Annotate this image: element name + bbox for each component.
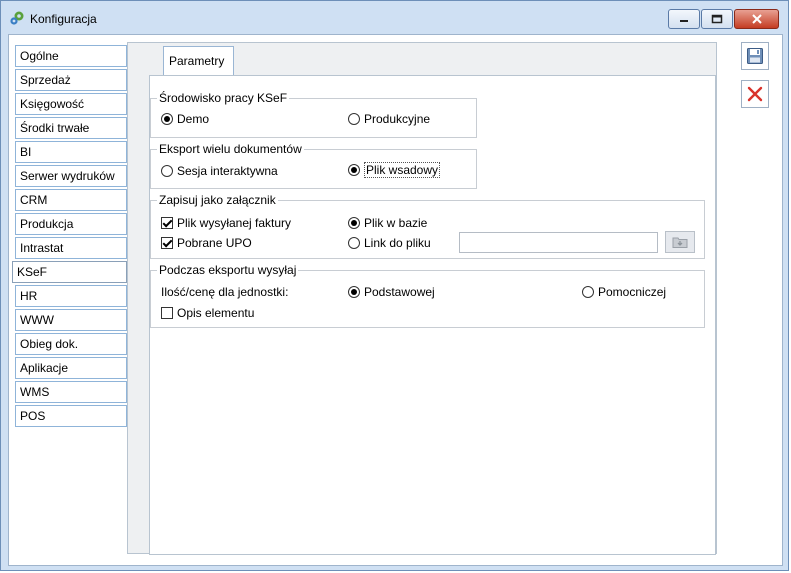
- radio-icon: [582, 286, 594, 298]
- radio-selected-icon: [348, 286, 360, 298]
- tab-parametry[interactable]: Parametry: [163, 46, 234, 75]
- radio-icon: [348, 113, 360, 125]
- radio-selected-icon: [348, 217, 360, 229]
- env-production-label: Produkcyjne: [364, 112, 431, 126]
- sidebar-item-sprzedaz[interactable]: Sprzedaż: [15, 69, 127, 91]
- maximize-icon: [711, 14, 723, 24]
- radio-icon: [161, 165, 173, 177]
- sidebar-item-ksef[interactable]: KSeF: [12, 261, 127, 283]
- checkbox-icon: [161, 307, 173, 319]
- sidebar: Ogólne Sprzedaż Księgowość Środki trwałe…: [12, 45, 127, 429]
- environment-group: Środowisko pracy KSeF Demo Produkcyjne: [150, 90, 477, 138]
- sidebar-item-label: Serwer wydruków: [20, 169, 115, 183]
- content-panel: Parametry Środowisko pracy KSeF Demo Pro…: [127, 42, 717, 555]
- sidebar-item-bi[interactable]: BI: [15, 141, 127, 163]
- cancel-button[interactable]: [741, 80, 769, 108]
- unit-basic-radio[interactable]: Podstawowej: [348, 285, 435, 299]
- config-window: Konfiguracja Ogólne Sprzedaż Księgowość …: [0, 0, 789, 571]
- sidebar-item-label: HR: [20, 289, 38, 303]
- quantity-unit-label: Ilość/cenę dla jednostki:: [161, 285, 288, 299]
- sent-invoice-label: Plik wysyłanej faktury: [177, 216, 292, 230]
- sidebar-item-label: Księgowość: [20, 97, 85, 111]
- sidebar-item-label: WWW: [20, 313, 54, 327]
- sending-group: Podczas eksportu wysyłaj Ilość/cenę dla …: [150, 262, 705, 328]
- sidebar-item-produkcja[interactable]: Produkcja: [15, 213, 127, 235]
- window-title: Konfiguracja: [30, 12, 97, 26]
- minimize-icon: [680, 20, 688, 22]
- export-interactive-radio[interactable]: Sesja interaktywna: [161, 164, 278, 178]
- gear-app-icon: [9, 10, 25, 26]
- cancel-icon: [747, 86, 763, 102]
- checkbox-checked-icon: [161, 237, 173, 249]
- quantity-unit-text: Ilość/cenę dla jednostki:: [161, 285, 289, 299]
- browse-file-button[interactable]: [665, 231, 695, 253]
- export-batch-label: Plik wsadowy: [364, 162, 441, 178]
- save-icon: [747, 48, 763, 64]
- link-path-input[interactable]: [459, 232, 658, 253]
- attachment-group: Zapisuj jako załącznik Plik wysyłanej fa…: [150, 192, 705, 259]
- sidebar-item-ksiegowosc[interactable]: Księgowość: [15, 93, 127, 115]
- title-bar[interactable]: Konfiguracja: [1, 1, 788, 35]
- sidebar-item-label: Środki trwałe: [20, 121, 90, 135]
- export-group: Eksport wielu dokumentów Sesja interakty…: [150, 141, 477, 189]
- unit-auxiliary-label: Pomocniczej: [598, 285, 667, 299]
- client-area: Ogólne Sprzedaż Księgowość Środki trwałe…: [8, 34, 783, 566]
- sidebar-item-ogolne[interactable]: Ogólne: [15, 45, 127, 67]
- attachment-group-title: Zapisuj jako załącznik: [157, 192, 278, 208]
- export-group-title: Eksport wielu dokumentów: [157, 141, 304, 157]
- unit-basic-label: Podstawowej: [364, 285, 435, 299]
- link-to-file-radio[interactable]: Link do pliku: [348, 236, 431, 250]
- element-description-label: Opis elementu: [177, 306, 255, 320]
- environment-group-title: Środowisko pracy KSeF: [157, 90, 290, 106]
- sidebar-item-serwer-wydrukow[interactable]: Serwer wydruków: [15, 165, 127, 187]
- radio-selected-icon: [161, 113, 173, 125]
- checkbox-checked-icon: [161, 217, 173, 229]
- env-demo-label: Demo: [177, 112, 210, 126]
- sidebar-item-label: Sprzedaż: [20, 73, 71, 87]
- sidebar-item-srodki-trwale[interactable]: Środki trwałe: [15, 117, 127, 139]
- sidebar-item-label: Intrastat: [20, 241, 64, 255]
- env-production-radio[interactable]: Produkcyjne: [348, 112, 430, 126]
- save-button[interactable]: [741, 42, 769, 70]
- sidebar-item-crm[interactable]: CRM: [15, 189, 127, 211]
- sidebar-item-intrastat[interactable]: Intrastat: [15, 237, 127, 259]
- element-description-checkbox[interactable]: Opis elementu: [161, 306, 254, 320]
- sidebar-item-www[interactable]: WWW: [15, 309, 127, 331]
- sidebar-item-label: POS: [20, 409, 46, 423]
- sidebar-item-label: CRM: [20, 193, 48, 207]
- sidebar-item-label: Produkcja: [20, 217, 74, 231]
- minimize-button[interactable]: [668, 9, 700, 29]
- sent-invoice-checkbox[interactable]: Plik wysyłanej faktury: [161, 216, 291, 230]
- export-interactive-label: Sesja interaktywna: [177, 164, 278, 178]
- sidebar-item-hr[interactable]: HR: [15, 285, 127, 307]
- radio-selected-icon: [348, 164, 360, 176]
- in-database-radio[interactable]: Plik w bazie: [348, 216, 427, 230]
- sidebar-item-pos[interactable]: POS: [15, 405, 127, 427]
- sidebar-item-label: Obieg dok.: [20, 337, 79, 351]
- link-to-file-label: Link do pliku: [364, 236, 431, 250]
- export-batch-radio[interactable]: Plik wsadowy: [348, 162, 441, 178]
- sidebar-item-label: BI: [20, 145, 32, 159]
- in-database-label: Plik w bazie: [364, 216, 428, 230]
- received-upo-checkbox[interactable]: Pobrane UPO: [161, 236, 252, 250]
- sidebar-item-label: Ogólne: [20, 49, 59, 63]
- sidebar-item-label: KSeF: [17, 265, 48, 279]
- tab-label: Parametry: [169, 54, 225, 68]
- maximize-button[interactable]: [701, 9, 733, 29]
- close-button[interactable]: [734, 9, 779, 29]
- sending-group-title: Podczas eksportu wysyłaj: [157, 262, 299, 278]
- sidebar-item-label: Aplikacje: [20, 361, 69, 375]
- radio-icon: [348, 237, 360, 249]
- sidebar-item-wms[interactable]: WMS: [15, 381, 127, 403]
- received-upo-label: Pobrane UPO: [177, 236, 252, 250]
- tab-body: Środowisko pracy KSeF Demo Produkcyjne E…: [149, 75, 716, 555]
- unit-auxiliary-radio[interactable]: Pomocniczej: [582, 285, 666, 299]
- close-icon: [751, 14, 762, 24]
- sidebar-item-aplikacje[interactable]: Aplikacje: [15, 357, 127, 379]
- open-folder-icon: [672, 237, 688, 248]
- sidebar-item-label: WMS: [20, 385, 50, 399]
- sidebar-item-obieg-dok[interactable]: Obieg dok.: [15, 333, 127, 355]
- env-demo-radio[interactable]: Demo: [161, 112, 209, 126]
